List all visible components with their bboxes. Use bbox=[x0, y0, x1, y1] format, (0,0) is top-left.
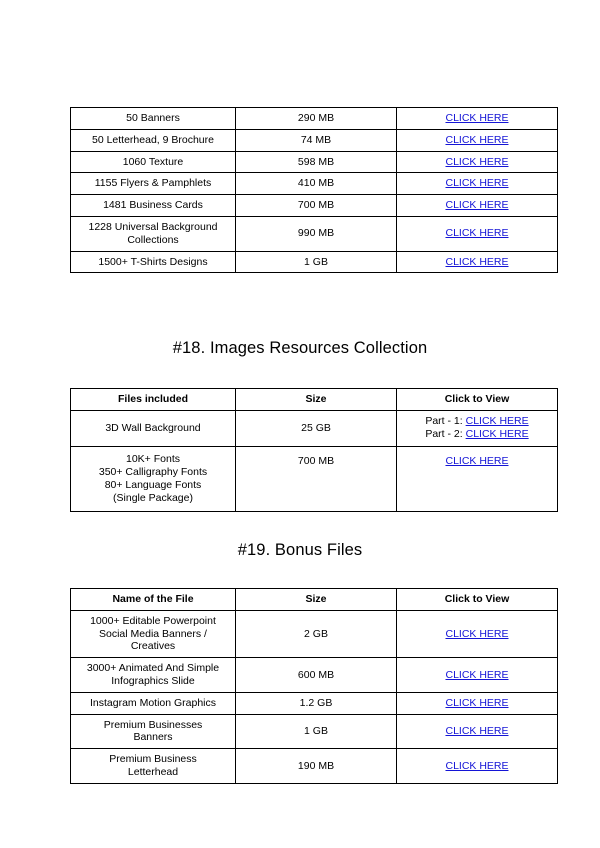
click-here-link[interactable]: CLICK HERE bbox=[466, 428, 529, 440]
column-header-click-to-view: Click to View bbox=[396, 588, 558, 611]
download-link-cell: CLICK HERE bbox=[396, 748, 558, 784]
table-row: 1060 Texture 598 MB CLICK HERE bbox=[70, 150, 558, 174]
section-19-heading-wrap: #19. Bonus Files bbox=[70, 541, 530, 560]
downloads-table-continued: 50 Banners 290 MB CLICK HERE 50 Letterhe… bbox=[70, 107, 558, 274]
click-here-link[interactable]: CLICK HERE bbox=[445, 455, 508, 467]
file-size-cell: 290 MB bbox=[235, 107, 397, 130]
column-header-name-of-the-file: Name of the File bbox=[70, 588, 236, 611]
table-head: Name of the File Size Click to View bbox=[70, 588, 558, 611]
table-row: 1155 Flyers & Pamphlets 410 MB CLICK HER… bbox=[70, 172, 558, 196]
part-2-label: Part - 2: bbox=[425, 428, 463, 441]
file-size-cell: 25 GB bbox=[235, 409, 397, 448]
file-size-cell: 410 MB bbox=[235, 172, 397, 196]
file-size-cell: 1.2 GB bbox=[235, 691, 397, 715]
click-here-link[interactable]: CLICK HERE bbox=[445, 177, 508, 189]
download-link-cell: CLICK HERE bbox=[396, 446, 558, 513]
file-size-cell: 1 GB bbox=[235, 250, 397, 274]
document-page: 50 Banners 290 MB CLICK HERE 50 Letterhe… bbox=[0, 0, 600, 848]
table-row: 1228 Universal Background Collections 99… bbox=[70, 215, 558, 252]
table-header-row: Name of the File Size Click to View bbox=[70, 588, 558, 611]
table-row: 50 Letterhead, 9 Brochure 74 MB CLICK HE… bbox=[70, 128, 558, 152]
download-link-cell: CLICK HERE bbox=[396, 172, 558, 196]
file-name-cell: 1481 Business Cards bbox=[70, 194, 236, 217]
file-name-cell: 1500+ T-Shirts Designs bbox=[70, 250, 236, 274]
file-name-cell: 1228 Universal Background Collections bbox=[70, 215, 236, 252]
download-link-cell: CLICK HERE bbox=[396, 691, 558, 715]
download-link-cell: CLICK HERE bbox=[396, 128, 558, 152]
table-row: Instagram Motion Graphics 1.2 GB CLICK H… bbox=[70, 691, 558, 715]
table-row: 1000+ Editable Powerpoint Social Media B… bbox=[70, 609, 558, 659]
download-link-cell: CLICK HERE bbox=[396, 215, 558, 252]
column-header-size: Size bbox=[235, 388, 397, 411]
part-1-line: Part - 1: CLICK HERE bbox=[401, 415, 553, 429]
table-row: 3D Wall Background 25 GB Part - 1: CLICK… bbox=[70, 409, 558, 448]
file-size-cell: 1 GB bbox=[235, 713, 397, 750]
click-here-link[interactable]: CLICK HERE bbox=[445, 669, 508, 681]
table-body: 3D Wall Background 25 GB Part - 1: CLICK… bbox=[70, 409, 558, 513]
table-row: 1500+ T-Shirts Designs 1 GB CLICK HERE bbox=[70, 250, 558, 274]
click-here-link[interactable]: CLICK HERE bbox=[445, 134, 508, 146]
file-size-cell: 700 MB bbox=[235, 446, 397, 513]
part-1-label: Part - 1: bbox=[425, 414, 463, 427]
file-size-cell: 990 MB bbox=[235, 215, 397, 252]
table-row: 50 Banners 290 MB CLICK HERE bbox=[70, 107, 558, 130]
images-resources-table: Files included Size Click to View 3D Wal… bbox=[70, 388, 558, 513]
download-link-cell: CLICK HERE bbox=[396, 657, 558, 693]
click-here-link[interactable]: CLICK HERE bbox=[445, 227, 508, 239]
section-19-title: #19. Bonus Files bbox=[237, 541, 363, 559]
file-name-cell: 50 Banners bbox=[70, 107, 236, 130]
table-row: Premium Businesses Banners 1 GB CLICK HE… bbox=[70, 713, 558, 750]
table-head: Files included Size Click to View bbox=[70, 388, 558, 411]
file-name-cell: 3000+ Animated And Simple Infographics S… bbox=[70, 657, 236, 693]
part-2-line: Part - 2: CLICK HERE bbox=[401, 428, 553, 442]
column-header-click-to-view: Click to View bbox=[396, 388, 558, 411]
table-body: 1000+ Editable Powerpoint Social Media B… bbox=[70, 609, 558, 784]
table-row: 10K+ Fonts 350+ Calligraphy Fonts 80+ La… bbox=[70, 446, 558, 513]
file-name-cell: Premium Business Letterhead bbox=[70, 748, 236, 784]
file-size-cell: 74 MB bbox=[235, 128, 397, 152]
click-here-link[interactable]: CLICK HERE bbox=[445, 628, 508, 640]
download-link-cell: CLICK HERE bbox=[396, 609, 558, 659]
click-here-link[interactable]: CLICK HERE bbox=[466, 415, 529, 427]
file-name-cell: 1060 Texture bbox=[70, 150, 236, 174]
table-row: 3000+ Animated And Simple Infographics S… bbox=[70, 657, 558, 693]
download-link-cell: CLICK HERE bbox=[396, 107, 558, 130]
click-here-link[interactable]: CLICK HERE bbox=[445, 112, 508, 124]
download-link-cell: CLICK HERE bbox=[396, 194, 558, 217]
bonus-files-table: Name of the File Size Click to View 1000… bbox=[70, 588, 558, 784]
file-size-cell: 598 MB bbox=[235, 150, 397, 174]
table-row: 1481 Business Cards 700 MB CLICK HERE bbox=[70, 194, 558, 217]
table-header-row: Files included Size Click to View bbox=[70, 388, 558, 411]
click-here-link[interactable]: CLICK HERE bbox=[445, 760, 508, 772]
table-row: Premium Business Letterhead 190 MB CLICK… bbox=[70, 748, 558, 784]
file-name-cell: Instagram Motion Graphics bbox=[70, 691, 236, 715]
file-size-cell: 2 GB bbox=[235, 609, 397, 659]
column-header-files-included: Files included bbox=[70, 388, 236, 411]
file-size-cell: 190 MB bbox=[235, 748, 397, 784]
section-18-title: #18. Images Resources Collection bbox=[172, 339, 428, 357]
file-name-cell: 1155 Flyers & Pamphlets bbox=[70, 172, 236, 196]
click-here-link[interactable]: CLICK HERE bbox=[445, 199, 508, 211]
file-name-cell: 1000+ Editable Powerpoint Social Media B… bbox=[70, 609, 236, 659]
section-18-heading-wrap: #18. Images Resources Collection bbox=[70, 339, 530, 358]
download-link-cell: CLICK HERE bbox=[396, 150, 558, 174]
click-here-link[interactable]: CLICK HERE bbox=[445, 725, 508, 737]
download-link-cell: CLICK HERE bbox=[396, 250, 558, 274]
file-name-cell: 3D Wall Background bbox=[70, 409, 236, 448]
column-header-size: Size bbox=[235, 588, 397, 611]
file-name-cell: Premium Businesses Banners bbox=[70, 713, 236, 750]
click-here-link[interactable]: CLICK HERE bbox=[445, 256, 508, 268]
click-here-link[interactable]: CLICK HERE bbox=[445, 697, 508, 709]
file-name-cell: 10K+ Fonts 350+ Calligraphy Fonts 80+ La… bbox=[70, 446, 236, 513]
file-size-cell: 700 MB bbox=[235, 194, 397, 217]
click-here-link[interactable]: CLICK HERE bbox=[445, 156, 508, 168]
download-link-cell: Part - 1: CLICK HERE Part - 2: CLICK HER… bbox=[396, 409, 558, 448]
file-size-cell: 600 MB bbox=[235, 657, 397, 693]
table-body: 50 Banners 290 MB CLICK HERE 50 Letterhe… bbox=[70, 107, 558, 274]
download-link-cell: CLICK HERE bbox=[396, 713, 558, 750]
file-name-cell: 50 Letterhead, 9 Brochure bbox=[70, 128, 236, 152]
